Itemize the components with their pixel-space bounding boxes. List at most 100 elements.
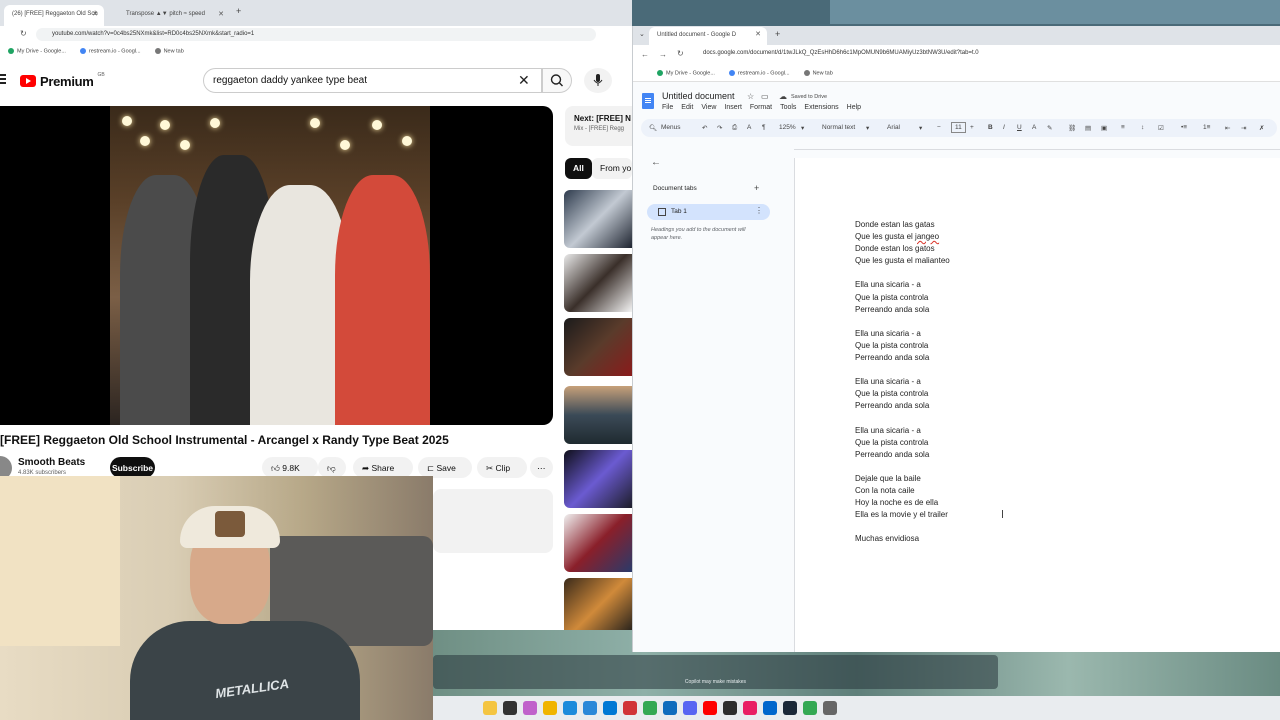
search-input[interactable]: reggaeton daddy yankee type beat	[203, 68, 542, 93]
browser-tab-transpose[interactable]: Transpose ▲▼ pitch ≈ speed ✕	[118, 5, 230, 26]
back-icon[interactable]: ←	[641, 50, 649, 59]
spellcheck-icon[interactable]: A	[747, 124, 751, 131]
tab-search-icon[interactable]: ⌄	[639, 30, 645, 38]
text-color-icon[interactable]: A	[1032, 124, 1036, 131]
menu-view[interactable]: View	[701, 104, 716, 111]
bookmark-item[interactable]: restream.io - Googl...	[79, 48, 141, 56]
undo-icon[interactable]: ↶	[702, 124, 707, 132]
folder-icon[interactable]	[543, 701, 557, 715]
voice-search-button[interactable]	[584, 68, 612, 93]
mail-icon[interactable]	[603, 701, 617, 715]
bulleted-list-icon[interactable]: •≡	[1181, 124, 1187, 131]
menu-tools[interactable]: Tools	[780, 104, 796, 111]
description-box[interactable]	[433, 489, 553, 553]
menu-format[interactable]: Format	[750, 104, 772, 111]
print-icon[interactable]: ⎙	[732, 124, 737, 132]
bold-icon[interactable]: B	[988, 124, 993, 131]
app-icon[interactable]	[763, 701, 777, 715]
steam-icon[interactable]	[783, 701, 797, 715]
bookmark-item[interactable]: New tab	[154, 48, 184, 56]
close-tab-icon[interactable]: ✕	[218, 10, 224, 18]
channel-name[interactable]: Smooth Beats	[18, 457, 85, 468]
chrome-icon[interactable]	[803, 701, 817, 715]
settings-icon[interactable]	[823, 701, 837, 715]
recommended-video-thumbnail[interactable]	[564, 190, 632, 248]
clip-button[interactable]: ✂ Clip	[477, 457, 527, 478]
recommended-video-thumbnail[interactable]	[564, 254, 632, 312]
horizontal-ruler[interactable]	[794, 140, 1280, 150]
menu-insert[interactable]: Insert	[724, 104, 742, 111]
bookmark-item[interactable]: New tab	[803, 70, 833, 77]
highlight-icon[interactable]: ✎	[1047, 124, 1052, 132]
back-arrow-icon[interactable]: ←	[651, 157, 661, 168]
menu-file[interactable]: File	[662, 104, 673, 111]
add-tab-icon[interactable]: +	[754, 183, 759, 193]
underline-icon[interactable]: U	[1017, 124, 1022, 131]
edge-icon[interactable]	[563, 701, 577, 715]
media-icon[interactable]	[623, 701, 637, 715]
app-icon[interactable]	[663, 701, 677, 715]
new-tab-icon[interactable]: +	[775, 29, 780, 39]
paint-format-icon[interactable]: ¶	[762, 124, 766, 131]
comment-icon[interactable]: ▤	[1085, 124, 1091, 132]
menu-extensions[interactable]: Extensions	[804, 104, 838, 111]
menu-help[interactable]: Help	[847, 104, 861, 111]
search-menus-icon[interactable]: 🔍︎	[649, 124, 657, 132]
bookmark-item[interactable]: My Drive - Google...	[657, 70, 715, 77]
recommended-video-thumbnail[interactable]	[564, 318, 632, 376]
misspelled-word[interactable]: jangeo	[915, 232, 939, 241]
search-button[interactable]	[542, 68, 572, 93]
font-size-field[interactable]: 11	[951, 122, 966, 133]
decrease-font-size-icon[interactable]: −	[937, 124, 941, 131]
chip-from-channel[interactable]: From yo	[592, 158, 632, 179]
reload-icon[interactable]: ↻	[20, 29, 27, 38]
youtube-logo[interactable]: Premium GB	[20, 72, 105, 89]
star-icon[interactable]: ☆	[747, 92, 754, 101]
style-select[interactable]: Normal text	[822, 124, 855, 131]
bookmark-item[interactable]: restream.io - Googl...	[728, 70, 790, 77]
tab-options-icon[interactable]: ⋮	[755, 206, 763, 215]
save-button[interactable]: ⊏ Save	[418, 457, 472, 478]
dislike-button[interactable]: 👎︎	[318, 457, 346, 478]
reload-icon[interactable]: ↻	[677, 49, 684, 58]
new-tab-icon[interactable]: +	[236, 6, 241, 16]
copilot-icon[interactable]	[523, 701, 537, 715]
app-icon[interactable]	[743, 701, 757, 715]
more-actions-button[interactable]: ⋯	[530, 457, 553, 478]
browser-tab-google-docs[interactable]: Untitled document - Google D ✕	[649, 27, 767, 45]
close-tab-icon[interactable]: ✕	[755, 30, 761, 38]
clear-search-icon[interactable]: ✕	[518, 72, 530, 89]
url-field[interactable]: docs.google.com/document/d/1twJLkQ_QzEsH…	[703, 50, 979, 56]
hamburger-menu-icon[interactable]	[0, 74, 6, 86]
like-button[interactable]: 👍︎ 9.8K	[262, 457, 318, 478]
chip-all[interactable]: All	[565, 158, 592, 179]
bookmark-item[interactable]: My Drive - Google...	[8, 48, 66, 56]
recommended-video-thumbnail[interactable]	[564, 514, 632, 572]
browser-tab-youtube[interactable]: (26) [FREE] Reggaeton Old Sch ✕	[4, 5, 104, 26]
search-menus-button[interactable]: Menus	[661, 124, 681, 131]
move-folder-icon[interactable]: ▭	[761, 92, 769, 101]
line-spacing-icon[interactable]: ↕	[1141, 124, 1144, 131]
up-next-panel[interactable]: Next: [FREE] N Mix - [FREE] Regg	[565, 106, 632, 146]
url-field[interactable]: youtube.com/watch?v=0c4bs25NXmk&list=RD0…	[36, 28, 596, 41]
italic-icon[interactable]: I	[1003, 124, 1005, 131]
checklist-icon[interactable]: ☑	[1158, 124, 1164, 132]
increase-font-size-icon[interactable]: +	[970, 124, 974, 131]
redo-icon[interactable]: ↷	[717, 124, 722, 132]
chrome-icon[interactable]	[643, 701, 657, 715]
terminal-icon[interactable]	[503, 701, 517, 715]
recommended-video-thumbnail[interactable]	[564, 578, 632, 630]
docs-logo-icon[interactable]	[642, 93, 654, 109]
font-select[interactable]: Arial	[887, 124, 900, 131]
app-icon[interactable]	[723, 701, 737, 715]
document-body[interactable]: Donde estan las gatas Que les gusta el j…	[855, 219, 950, 546]
youtube-icon[interactable]	[703, 701, 717, 715]
numbered-list-icon[interactable]: 1≡	[1203, 124, 1210, 131]
menu-edit[interactable]: Edit	[681, 104, 693, 111]
forward-icon[interactable]: →	[659, 50, 667, 59]
share-button[interactable]: ➦ Share	[353, 457, 413, 478]
decrease-indent-icon[interactable]: ⇤	[1225, 124, 1230, 132]
recommended-video-thumbnail[interactable]	[564, 450, 632, 508]
document-title[interactable]: Untitled document	[662, 91, 735, 101]
link-icon[interactable]: ⛓	[1068, 124, 1076, 132]
